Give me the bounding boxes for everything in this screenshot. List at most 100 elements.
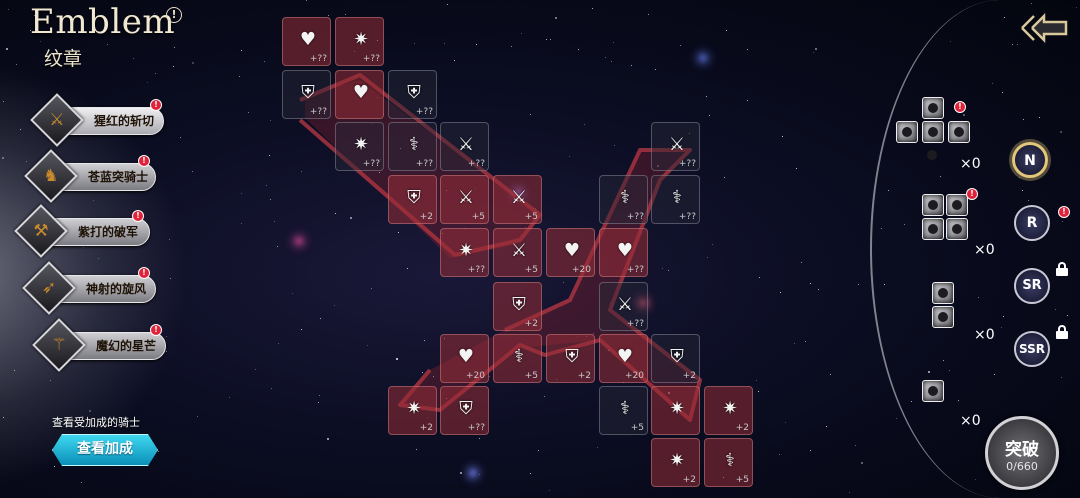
emblem-slot[interactable]: ♥ +20 [546, 228, 595, 277]
emblem-slot[interactable]: ⚔ +?? [599, 282, 648, 331]
emblem-slot[interactable]: ⚕ +?? [388, 122, 437, 171]
slot-bonus-value: +?? [362, 54, 380, 64]
heart-icon: ♥ [616, 239, 634, 261]
shield-icon: ⛨ [407, 81, 421, 103]
shield-icon: ⛨ [459, 397, 473, 419]
breakthrough-button[interactable]: 突破 0/660 [985, 416, 1059, 490]
slot-bonus-value: +?? [309, 54, 327, 64]
emblem-slot[interactable]: ⚔ +?? [440, 122, 489, 171]
wand-icon: ⚕ [620, 186, 630, 208]
slot-bonus-value: +?? [626, 265, 644, 275]
piece-block [946, 218, 968, 240]
sword-icon: ⚔ [668, 133, 686, 155]
emblem-slot[interactable]: ⚔ +?? [651, 122, 700, 171]
slot-bonus-value: +?? [467, 159, 485, 169]
emblem-slot[interactable]: ♥ +20 [440, 334, 489, 383]
slot-bonus-value: +20 [625, 371, 644, 381]
piece-square[interactable] [922, 194, 970, 242]
rank-r-button[interactable]: R [1014, 205, 1050, 241]
back-button[interactable] [1018, 8, 1076, 48]
piece-count: ×0 [974, 327, 995, 343]
shield-icon: ⛨ [512, 293, 526, 315]
slot-bonus-value: +2 [577, 371, 591, 381]
emblem-slot[interactable]: ⛨ +2 [651, 334, 700, 383]
piece-count: ×0 [974, 242, 995, 258]
heart-icon: ♥ [299, 28, 317, 50]
slot-bonus-value: +5 [524, 212, 538, 222]
piece-block [922, 121, 944, 143]
emblem-slot[interactable]: ⚕ +?? [651, 175, 700, 224]
piece-block [932, 282, 954, 304]
slot-bonus-value: +5 [630, 423, 644, 433]
wand-icon: ⚕ [514, 345, 524, 367]
piece-count: ×0 [960, 156, 981, 172]
piece-block [948, 121, 970, 143]
rank-ssr-button[interactable]: SSR [1014, 331, 1050, 367]
back-arrow-icon [1021, 12, 1068, 44]
breakthrough-label: 突破 [1005, 440, 1039, 460]
slot-bonus-value: +2 [419, 423, 433, 433]
sword-icon: ⚔ [510, 186, 528, 208]
emblem-slot[interactable]: ♥ +?? [282, 17, 331, 66]
wand-icon: ⚕ [725, 449, 735, 471]
slot-bonus-value: +5 [735, 475, 749, 485]
emblem-slot[interactable]: ⛨ +2 [546, 334, 595, 383]
wand-icon: ⚕ [672, 186, 682, 208]
slot-bonus-value: +?? [467, 265, 485, 275]
slot-bonus-value: +2 [735, 423, 749, 433]
emblem-slot[interactable]: ✷ +2 [651, 438, 700, 487]
emblem-slot[interactable]: ⚔ +5 [493, 228, 542, 277]
emblem-slot[interactable]: ♥ [335, 70, 384, 119]
piece-bar[interactable] [932, 282, 956, 330]
burst-icon: ✷ [353, 28, 369, 50]
emblem-slot[interactable]: ⚔ +5 [493, 175, 542, 224]
emblem-slot[interactable]: ⚕ +?? [599, 175, 648, 224]
slot-bonus-value: +5 [471, 212, 485, 222]
emblem-slot[interactable]: ⛨ +2 [493, 282, 542, 331]
emblem-slot[interactable]: ♥ +?? [599, 228, 648, 277]
breakthrough-count: 0/660 [1006, 460, 1038, 473]
piece-count: ×0 [960, 413, 981, 429]
shield-icon: ⛨ [670, 345, 684, 367]
shield-icon: ⛨ [565, 345, 579, 367]
rank-n-button[interactable]: N [1012, 142, 1048, 178]
emblem-slot[interactable]: ⚕ +5 [704, 438, 753, 487]
lock-icon [1056, 325, 1068, 339]
burst-icon: ✷ [353, 133, 369, 155]
emblem-slot[interactable]: ⚕ +5 [493, 334, 542, 383]
emblem-slot[interactable]: ⛨ +?? [440, 386, 489, 435]
emblem-slot[interactable]: ⚔ +5 [440, 175, 489, 224]
sword-icon: ⚔ [510, 239, 528, 261]
slot-bonus-value: +5 [524, 371, 538, 381]
sword-icon: ⚔ [616, 293, 634, 315]
slot-bonus-value: +2 [524, 319, 538, 329]
sword-icon: ⚔ [457, 133, 475, 155]
emblem-slot[interactable]: ✷ +?? [335, 17, 384, 66]
rank-sr-button[interactable]: SR [1014, 268, 1050, 304]
burst-icon: ✷ [406, 397, 422, 419]
heart-icon: ♥ [352, 81, 370, 103]
burst-icon: ✷ [669, 397, 685, 419]
alert-badge: ! [966, 188, 978, 200]
wand-icon: ⚕ [620, 397, 630, 419]
burst-icon: ✷ [669, 449, 685, 471]
slot-bonus-value: +2 [682, 371, 696, 381]
wand-icon: ⚕ [409, 133, 419, 155]
heart-icon: ♥ [616, 345, 634, 367]
slot-bonus-value: +2 [419, 212, 433, 222]
slot-bonus-value: +?? [415, 159, 433, 169]
piece-block [922, 97, 944, 119]
emblem-slot[interactable]: ✷ +?? [335, 122, 384, 171]
emblem-slot[interactable]: ♥ +20 [599, 334, 648, 383]
emblem-slot[interactable]: ✷ +2 [388, 386, 437, 435]
emblem-slot[interactable]: ✷ +?? [440, 228, 489, 277]
emblem-slot[interactable]: ⚕ +5 [599, 386, 648, 435]
emblem-slot[interactable]: ✷ +2 [704, 386, 753, 435]
emblem-slot[interactable]: ⛨ +?? [388, 70, 437, 119]
heart-icon: ♥ [457, 345, 475, 367]
emblem-slot[interactable]: ⛨ +?? [282, 70, 331, 119]
piece-single[interactable] [922, 380, 946, 404]
piece-block [896, 121, 918, 143]
emblem-slot[interactable]: ⛨ +2 [388, 175, 437, 224]
emblem-slot[interactable]: ✷ [651, 386, 700, 435]
